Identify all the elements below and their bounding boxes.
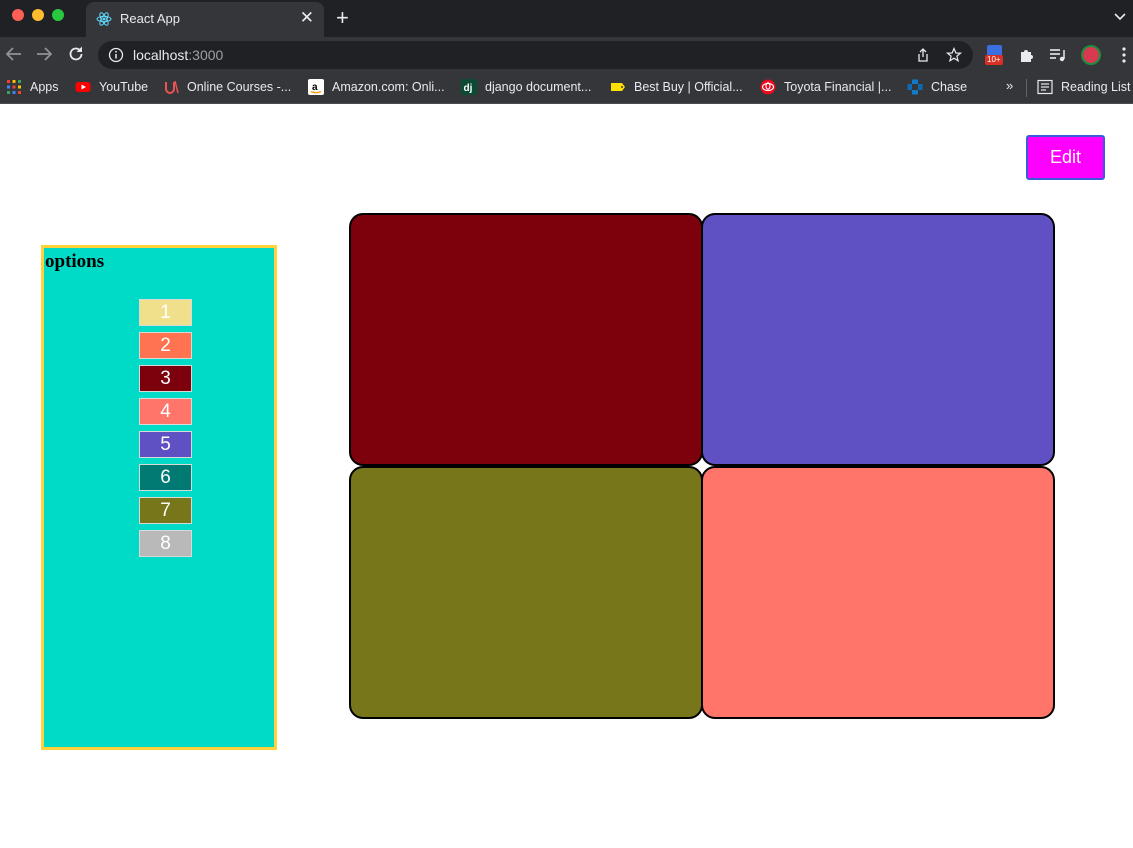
back-arrow-icon[interactable] (4, 44, 24, 64)
bookmark-label: Toyota Financial |... (784, 80, 892, 94)
window-minimize-button[interactable] (32, 9, 44, 21)
tab-search-chevron-icon[interactable] (1113, 10, 1127, 24)
grid-cell-bottom-right[interactable] (701, 466, 1055, 719)
udemy-icon (165, 80, 179, 94)
more-bookmarks-chevron-icon[interactable]: » (1006, 78, 1013, 93)
option-swatch-7[interactable]: 7 (139, 497, 192, 524)
svg-text:a: a (312, 82, 318, 93)
options-title: options (45, 251, 105, 272)
tab-title: React App (120, 11, 180, 26)
grid-cell-top-right[interactable] (701, 213, 1055, 466)
bookmark-star-icon[interactable] (946, 47, 962, 63)
svg-text:dj: dj (464, 83, 473, 94)
forward-arrow-icon[interactable] (34, 44, 54, 64)
bookmark-label: Chase (931, 80, 968, 94)
bookmark-label: Amazon.com: Onli... (332, 80, 445, 94)
toyota-icon (760, 79, 776, 95)
bookmark-amazon[interactable]: a Amazon.com: Onli... (308, 78, 445, 96)
browser-tab[interactable]: React App ✕ (86, 2, 324, 37)
bookmark-toyota-financial[interactable]: Toyota Financial |... (760, 78, 891, 96)
tab-close-icon[interactable]: ✕ (300, 8, 314, 28)
react-logo-icon (96, 12, 112, 26)
reading-list-icon (1037, 79, 1053, 95)
amazon-icon: a (308, 79, 324, 95)
reading-list-button[interactable]: Reading List (1037, 78, 1131, 96)
extensions-puzzle-icon[interactable] (1017, 45, 1037, 65)
youtube-icon (75, 82, 91, 92)
browser-toolbar: localhost:3000 10+ (0, 37, 1133, 71)
bookmark-best-buy[interactable]: Best Buy | Official... (610, 78, 743, 96)
bookmark-label: YouTube (99, 80, 149, 94)
window-zoom-button[interactable] (52, 9, 64, 21)
profile-avatar-icon[interactable] (1081, 45, 1101, 65)
reading-list-label: Reading List (1061, 80, 1131, 94)
url-host: localhost (133, 47, 189, 63)
bookmark-label: django document... (485, 80, 592, 94)
bestbuy-tag-icon (611, 83, 625, 91)
reload-icon[interactable] (66, 44, 86, 64)
django-icon: dj (461, 79, 477, 95)
options-panel: options 1 2 3 4 5 6 7 8 (41, 245, 277, 750)
grid-cell-top-left[interactable] (349, 213, 703, 466)
profile-avatar (1081, 45, 1101, 65)
bookmark-django[interactable]: dj django document... (461, 78, 591, 96)
option-swatch-8[interactable]: 8 (139, 530, 192, 557)
site-info-icon[interactable] (108, 47, 124, 63)
edit-button[interactable]: Edit (1026, 135, 1105, 180)
option-swatch-4[interactable]: 4 (139, 398, 192, 425)
window-close-button[interactable] (12, 9, 24, 21)
bookmark-youtube[interactable]: YouTube (75, 78, 148, 96)
bookmark-label: Online Courses -... (187, 80, 292, 94)
bookmark-label: Best Buy | Official... (634, 80, 743, 94)
url-text[interactable]: localhost:3000 (133, 47, 223, 63)
extension-badge-icon[interactable]: 10+ (985, 45, 1005, 65)
chase-icon (907, 79, 923, 95)
option-swatch-1[interactable]: 1 (139, 299, 192, 326)
share-icon[interactable] (915, 47, 931, 63)
option-swatch-3[interactable]: 3 (139, 365, 192, 392)
browser-tab-bar: React App ✕ + (0, 0, 1133, 37)
url-port: :3000 (188, 47, 224, 63)
grid-cell-bottom-left[interactable] (349, 466, 703, 719)
option-swatch-2[interactable]: 2 (139, 332, 192, 359)
address-bar[interactable]: localhost:3000 (98, 41, 973, 69)
media-control-icon[interactable] (1048, 45, 1068, 65)
bookmark-chase[interactable]: Chase (907, 78, 967, 96)
bookmark-online-courses[interactable]: Online Courses -... (163, 78, 291, 96)
option-swatch-6[interactable]: 6 (139, 464, 192, 491)
extension-count-badge: 10+ (985, 55, 1003, 65)
bookmarks-bar: Apps YouTube Online Courses -... a Amazo… (0, 71, 1133, 104)
bookmark-label: Apps (30, 80, 59, 94)
new-tab-icon[interactable]: + (336, 6, 349, 30)
apps-grid-icon (7, 80, 21, 94)
browser-menu-icon[interactable] (1114, 45, 1133, 65)
bookmark-apps[interactable]: Apps (6, 78, 59, 96)
option-swatch-5[interactable]: 5 (139, 431, 192, 458)
bookmarks-divider (1026, 79, 1027, 97)
